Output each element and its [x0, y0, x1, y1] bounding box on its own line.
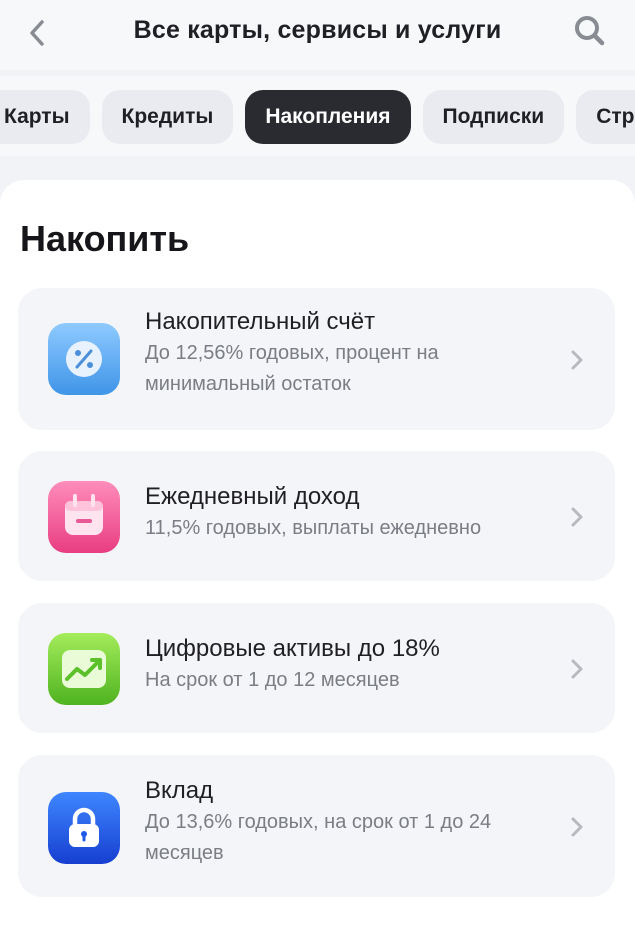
card-subtitle: До 13,6% годовых, на срок от 1 до 24 мес…	[145, 811, 492, 864]
savings-account-card[interactable]: Накопительный счёт До 12,56% годовых, пр…	[18, 288, 615, 430]
card-title: Ежедневный доход	[145, 483, 360, 510]
lock-icon	[48, 792, 120, 864]
card-subtitle: 11,5% годовых, выплаты ежедневно	[145, 517, 482, 539]
page-title: Все карты, сервисы и услуги	[133, 16, 502, 44]
chevron-right-icon	[567, 813, 587, 841]
card-title: Накопительный счёт	[145, 308, 376, 335]
tab-savings[interactable]: Накопления	[245, 90, 411, 144]
digital-assets-card[interactable]: Цифровые активы до 18% На срок от 1 до 1…	[18, 603, 615, 733]
chevron-right-icon	[567, 503, 587, 531]
card-subtitle: На срок от 1 до 12 месяцев	[145, 669, 400, 691]
calendar-icon	[48, 481, 120, 553]
section-title: Накопить	[20, 218, 190, 259]
card-title: Цифровые активы до 18%	[145, 635, 440, 662]
chart-up-icon	[48, 633, 120, 705]
card-subtitle: До 12,56% годовых, процент на минимальны…	[145, 342, 439, 395]
tab-credits[interactable]: Кредиты	[101, 90, 234, 144]
chevron-right-icon	[567, 655, 587, 683]
tab-cards[interactable]: Карты	[0, 90, 90, 144]
card-title: Вклад	[145, 777, 214, 804]
search-icon[interactable]	[573, 14, 607, 48]
percent-icon	[48, 323, 120, 395]
tab-subscriptions[interactable]: Подписки	[422, 90, 565, 144]
top-bar: Все карты, сервисы и услуги	[0, 0, 635, 70]
chevron-right-icon	[567, 346, 587, 374]
daily-income-card[interactable]: Ежедневный доход 11,5% годовых, выплаты …	[18, 451, 615, 581]
tab-insurance[interactable]: Страхование	[576, 90, 635, 144]
category-tabs: Карты Кредиты Накопления Подписки Страхо…	[0, 76, 635, 156]
deposit-card[interactable]: Вклад До 13,6% годовых, на срок от 1 до …	[18, 755, 615, 897]
